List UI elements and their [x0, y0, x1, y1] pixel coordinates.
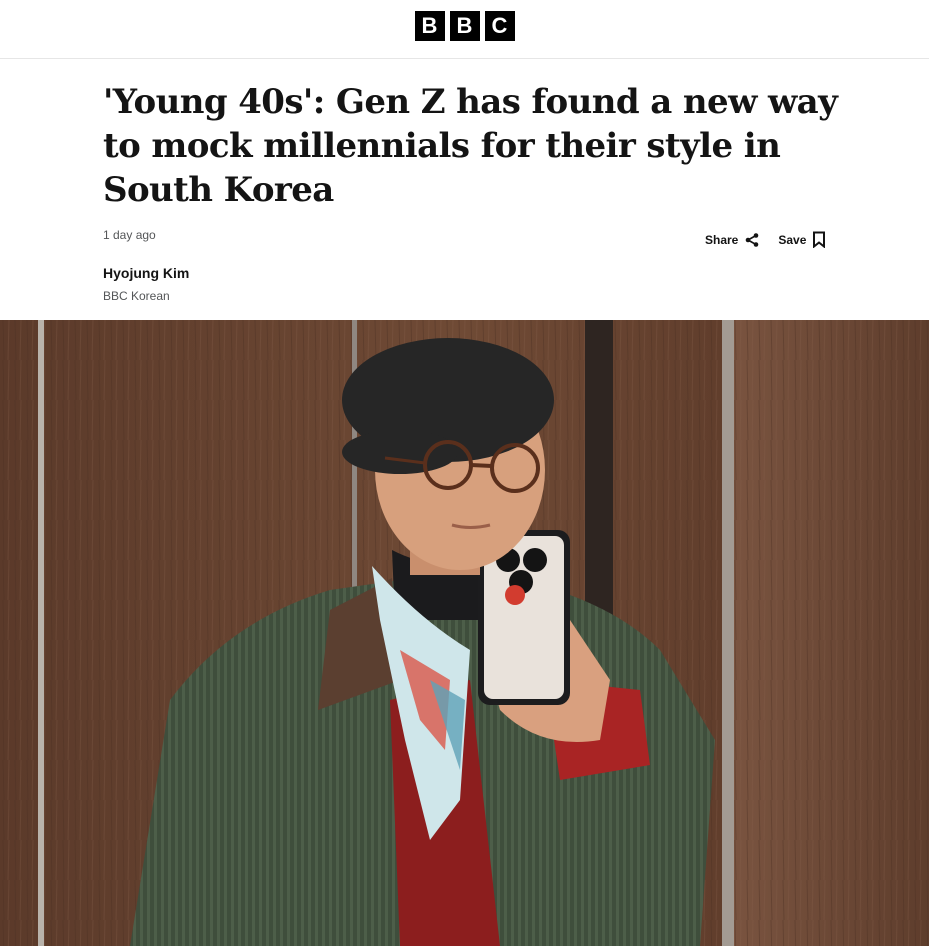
- share-button[interactable]: Share: [705, 232, 760, 248]
- logo-letter-b2: B: [449, 11, 480, 41]
- author-name[interactable]: Hyojung Kim: [103, 265, 189, 281]
- share-label: Share: [705, 232, 739, 247]
- logo-letter-c: C: [484, 11, 515, 41]
- article-timestamp: 1 day ago: [103, 228, 156, 242]
- logo-letter-b1: B: [414, 11, 445, 41]
- save-label: Save: [778, 232, 807, 247]
- share-icon: [746, 232, 759, 247]
- site-header: B B C: [0, 0, 929, 59]
- save-button[interactable]: Save: [778, 231, 826, 248]
- bookmark-icon: [813, 231, 826, 248]
- hero-image: [0, 320, 929, 946]
- author-organization: BBC Korean: [103, 289, 170, 303]
- hero-photo: [0, 320, 929, 946]
- article-headline: 'Young 40s': Gen Z has found a new way t…: [103, 82, 838, 210]
- article-actions: Share Save: [705, 231, 826, 248]
- bbc-logo[interactable]: B B C: [414, 11, 515, 41]
